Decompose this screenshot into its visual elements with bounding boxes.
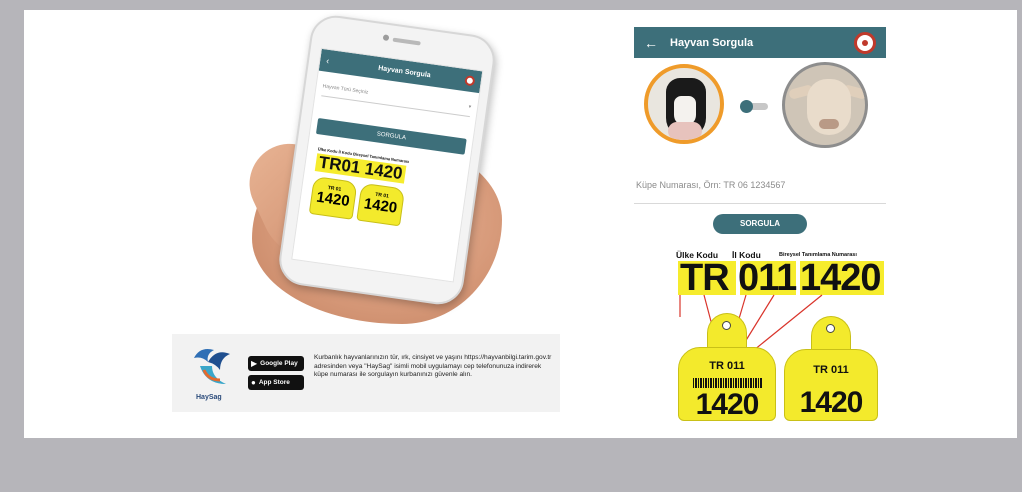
hand-holding-phone: ‹ Hayvan Sorgula Hayvan Türü Seçiniz ▾ S… [236, 12, 522, 329]
ear-tag-code: TR 011 [709, 360, 745, 372]
phone-ear-tag-number: 1420 [362, 195, 399, 217]
phone-app-title: Hayvan Sorgula [377, 64, 432, 79]
speaker-grille [392, 37, 421, 46]
app-store-badge[interactable]: ● App Store [248, 375, 304, 390]
barcode [693, 378, 763, 388]
haysag-banner: HaySag ▶ Google Play ● App Store Kurbanl… [172, 334, 560, 412]
ear-tag-with-barcode: TR 011 1420 [678, 347, 776, 421]
haysag-logo-icon [194, 349, 230, 384]
ear-tag-hole [722, 321, 731, 330]
apple-icon: ● [251, 378, 256, 387]
app-screen: ← Hayvan Sorgula Küpe Numarası, Örn: TR … [634, 27, 886, 421]
image-canvas: ‹ Hayvan Sorgula Hayvan Türü Seçiniz ▾ S… [24, 10, 1017, 438]
google-play-label: Google Play [260, 360, 298, 367]
phone-mockup: ‹ Hayvan Sorgula Hayvan Türü Seçiniz ▾ S… [275, 12, 499, 308]
camera-icon [382, 34, 390, 42]
animal-type-placeholder: Hayvan Türü Seçiniz [322, 83, 369, 96]
ear-tag: TR 011 1420 [784, 349, 878, 421]
banner-description: Kurbanlık hayvanlarınızın tür, ırk, cins… [314, 354, 552, 379]
phone-ear-tag: TR 01 1420 [356, 182, 406, 227]
ear-tag-code: TR 011 [813, 364, 849, 376]
google-play-icon: ▶ [251, 359, 258, 368]
chevron-down-icon: ▾ [468, 103, 472, 111]
phone-ear-tags: TR 01 1420 TR 01 1420 [308, 176, 465, 235]
phone-ear-tag-number: 1420 [315, 188, 351, 211]
phone-ear-tag: TR 01 1420 [308, 176, 358, 220]
phone-screen: ‹ Hayvan Sorgula Hayvan Türü Seçiniz ▾ S… [291, 47, 484, 283]
app-store-label: App Store [258, 379, 290, 386]
haysag-logo-name: HaySag [196, 394, 222, 401]
ear-tag-number: 1420 [695, 388, 760, 421]
back-icon[interactable]: ‹ [326, 56, 345, 68]
google-play-badge[interactable]: ▶ Google Play [248, 356, 304, 371]
ear-tag-hole [826, 324, 835, 333]
ministry-logo-icon [464, 75, 476, 87]
ear-tag-number: 1420 [799, 386, 864, 419]
